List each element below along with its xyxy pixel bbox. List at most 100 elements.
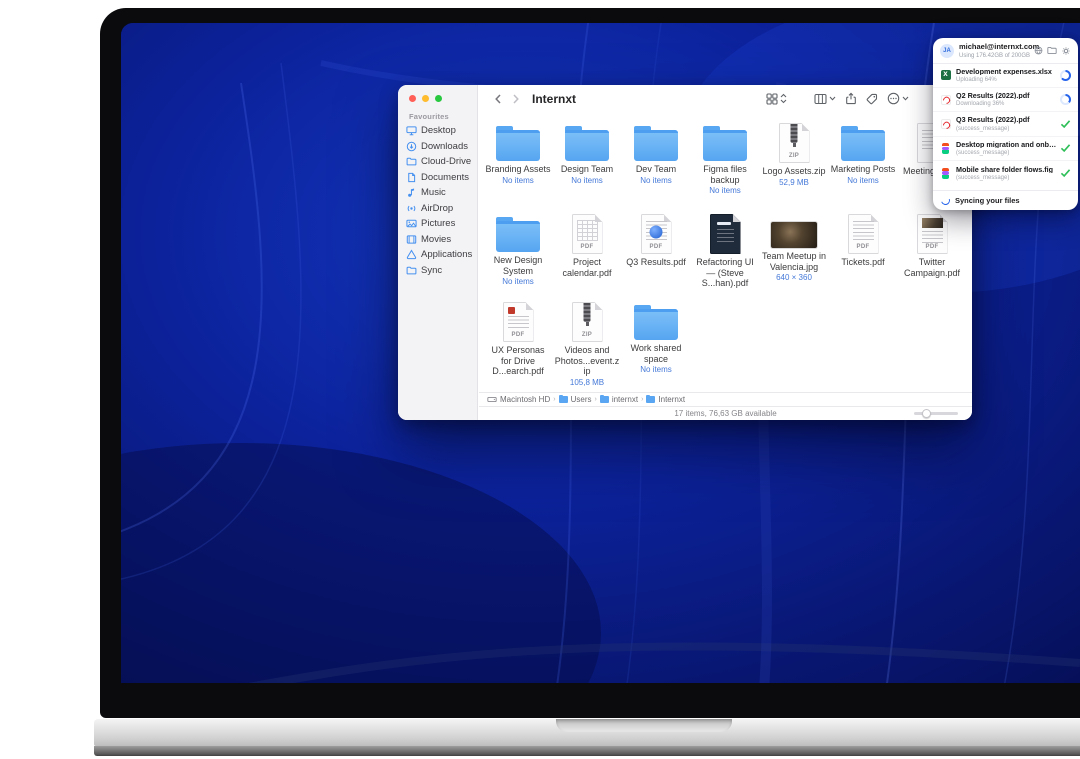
breadcrumb-segment[interactable]: Macintosh HD [500,395,550,404]
file-item[interactable]: PDF Twitter Campaign.pdf [899,213,965,279]
breadcrumb-separator: › [641,396,643,403]
status-bar: 17 items, 76,63 GB available [479,406,972,420]
file-item[interactable]: Marketing Posts No items [830,122,896,185]
file-info: No items [847,176,879,185]
file-name: Twitter Campaign.pdf [899,257,965,278]
pdf-file-icon [940,94,951,105]
file-info: 52,9 MB [779,178,809,187]
back-button[interactable] [490,91,506,107]
screenshot-stage: Favourites Desktop Downloads Cloud-Drive… [0,0,1080,759]
path-bar: Macintosh HD › Users › internxt › Intern… [479,392,972,406]
file-item[interactable]: PDF UX Personas for Drive D...earch.pdf [485,301,551,378]
file-name: Design Team [554,164,620,175]
sidebar-item-applications[interactable]: Applications [406,247,474,263]
finder-toolbar: Internxt [478,85,972,112]
sync-item-name: Mobile share folder flows.fig [956,166,1060,173]
download-progress-ring [1060,94,1071,105]
sync-item[interactable]: Development expenses.xlsx Uploading 64% [933,64,1078,88]
sync-item[interactable]: Mobile share folder flows.fig (success_m… [933,161,1078,185]
figma-file-icon [940,168,951,179]
avatar: JA [940,44,954,58]
sidebar-item-movies[interactable]: Movies [406,232,474,248]
file-item[interactable]: Design Team No items [554,122,620,185]
folder-icon [496,130,540,161]
file-item[interactable]: ZIP Logo Assets.zip 52,9 MB [761,122,827,187]
forward-button[interactable] [508,91,524,107]
more-actions-menu[interactable] [887,92,909,105]
pdf-file-icon: PDF [917,214,948,254]
file-name: Figma files backup [692,164,758,185]
file-item[interactable]: ZIP Videos and Photos...event.zip 105,8 … [554,301,620,387]
music-icon [406,187,417,198]
file-name: Refactoring UI — (Steve S...han).pdf [692,257,758,289]
sync-footer-text: Syncing your files [955,196,1020,205]
file-item[interactable]: Team Meetup in Valencia.jpg 640 × 360 [761,213,827,282]
breadcrumb-segment[interactable]: Users [559,395,592,404]
slider-knob[interactable] [922,409,931,418]
file-info: No items [640,176,672,185]
file-item[interactable]: PDF Tickets.pdf [830,213,896,269]
file-name: UX Personas for Drive D...earch.pdf [485,345,551,377]
file-item[interactable]: PDF Project calendar.pdf [554,213,620,279]
mini-folder-icon [646,396,655,403]
minimize-button[interactable] [422,95,429,102]
file-item[interactable]: Branding Assets No items [485,122,551,185]
sync-item[interactable]: Desktop migration and onboardi... (succe… [933,137,1078,161]
file-item[interactable]: Figma files backup No items [692,122,758,195]
file-name: Q3 Results.pdf [623,257,689,268]
file-item[interactable]: Dev Team No items [623,122,689,185]
group-icon [814,93,827,105]
sidebar-item-label: Pictures [421,218,455,229]
sync-item[interactable]: Q2 Results (2022).pdf Downloading 36% [933,88,1078,112]
chevron-down-icon [902,95,909,102]
folder-icon [634,130,678,161]
share-button[interactable] [845,92,857,105]
close-button[interactable] [409,95,416,102]
sidebar-item-downloads[interactable]: Downloads [406,139,474,155]
sidebar-item-cloud-drive[interactable]: Cloud-Drive [406,154,474,170]
sidebar-item-sync[interactable]: Sync [406,263,474,279]
laptop-base-edge [94,746,1080,756]
breadcrumb-segment[interactable]: internxt [600,395,638,404]
excel-file-icon [940,70,951,81]
zip-badge: ZIP [573,332,602,338]
file-info: No items [709,186,741,195]
settings-gear-icon[interactable] [1061,46,1071,56]
folder-icon [406,156,417,167]
sync-item[interactable]: Q3 Results (2022).pdf (success_message) [933,112,1078,136]
figma-file-icon [940,143,951,154]
file-item[interactable]: PDF Q3 Results.pdf [623,213,689,269]
sidebar-item-desktop[interactable]: Desktop [406,123,474,139]
pdf-file-icon [710,214,741,254]
sync-item-name: Q3 Results (2022).pdf [956,116,1060,123]
file-item[interactable]: New Design System No items [485,213,551,286]
tag-button[interactable] [866,93,878,105]
icon-size-slider[interactable] [914,412,958,415]
file-info: 105,8 MB [570,378,604,387]
traffic-lights [409,95,442,102]
desktop-icon [406,125,417,136]
sync-item-name: Q2 Results (2022).pdf [956,92,1060,99]
pdf-badge: PDF [642,244,671,250]
folder-icon [496,221,540,252]
zoom-button[interactable] [435,95,442,102]
pdf-badge: PDF [504,332,533,338]
upload-progress-ring [1060,70,1071,81]
sidebar-item-label: Downloads [421,141,468,152]
finder-sidebar: Favourites Desktop Downloads Cloud-Drive… [398,85,478,420]
file-name: Project calendar.pdf [554,257,620,278]
open-folder-icon[interactable] [1047,46,1057,55]
globe-icon[interactable] [1034,46,1043,55]
sidebar-item-airdrop[interactable]: AirDrop [406,201,474,217]
window-title: Internxt [532,92,576,106]
pdf-badge: PDF [573,244,602,250]
view-switcher[interactable] [766,93,787,105]
sidebar-item-pictures[interactable]: Pictures [406,216,474,232]
file-item[interactable]: Work shared space No items [623,301,689,374]
group-menu[interactable] [814,93,836,105]
sidebar-item-documents[interactable]: Documents [406,170,474,186]
sidebar-item-music[interactable]: Music [406,185,474,201]
sync-item-status: (success_message) [956,175,1060,181]
breadcrumb-segment[interactable]: Internxt [646,395,685,404]
file-item[interactable]: Refactoring UI — (Steve S...han).pdf [692,213,758,290]
